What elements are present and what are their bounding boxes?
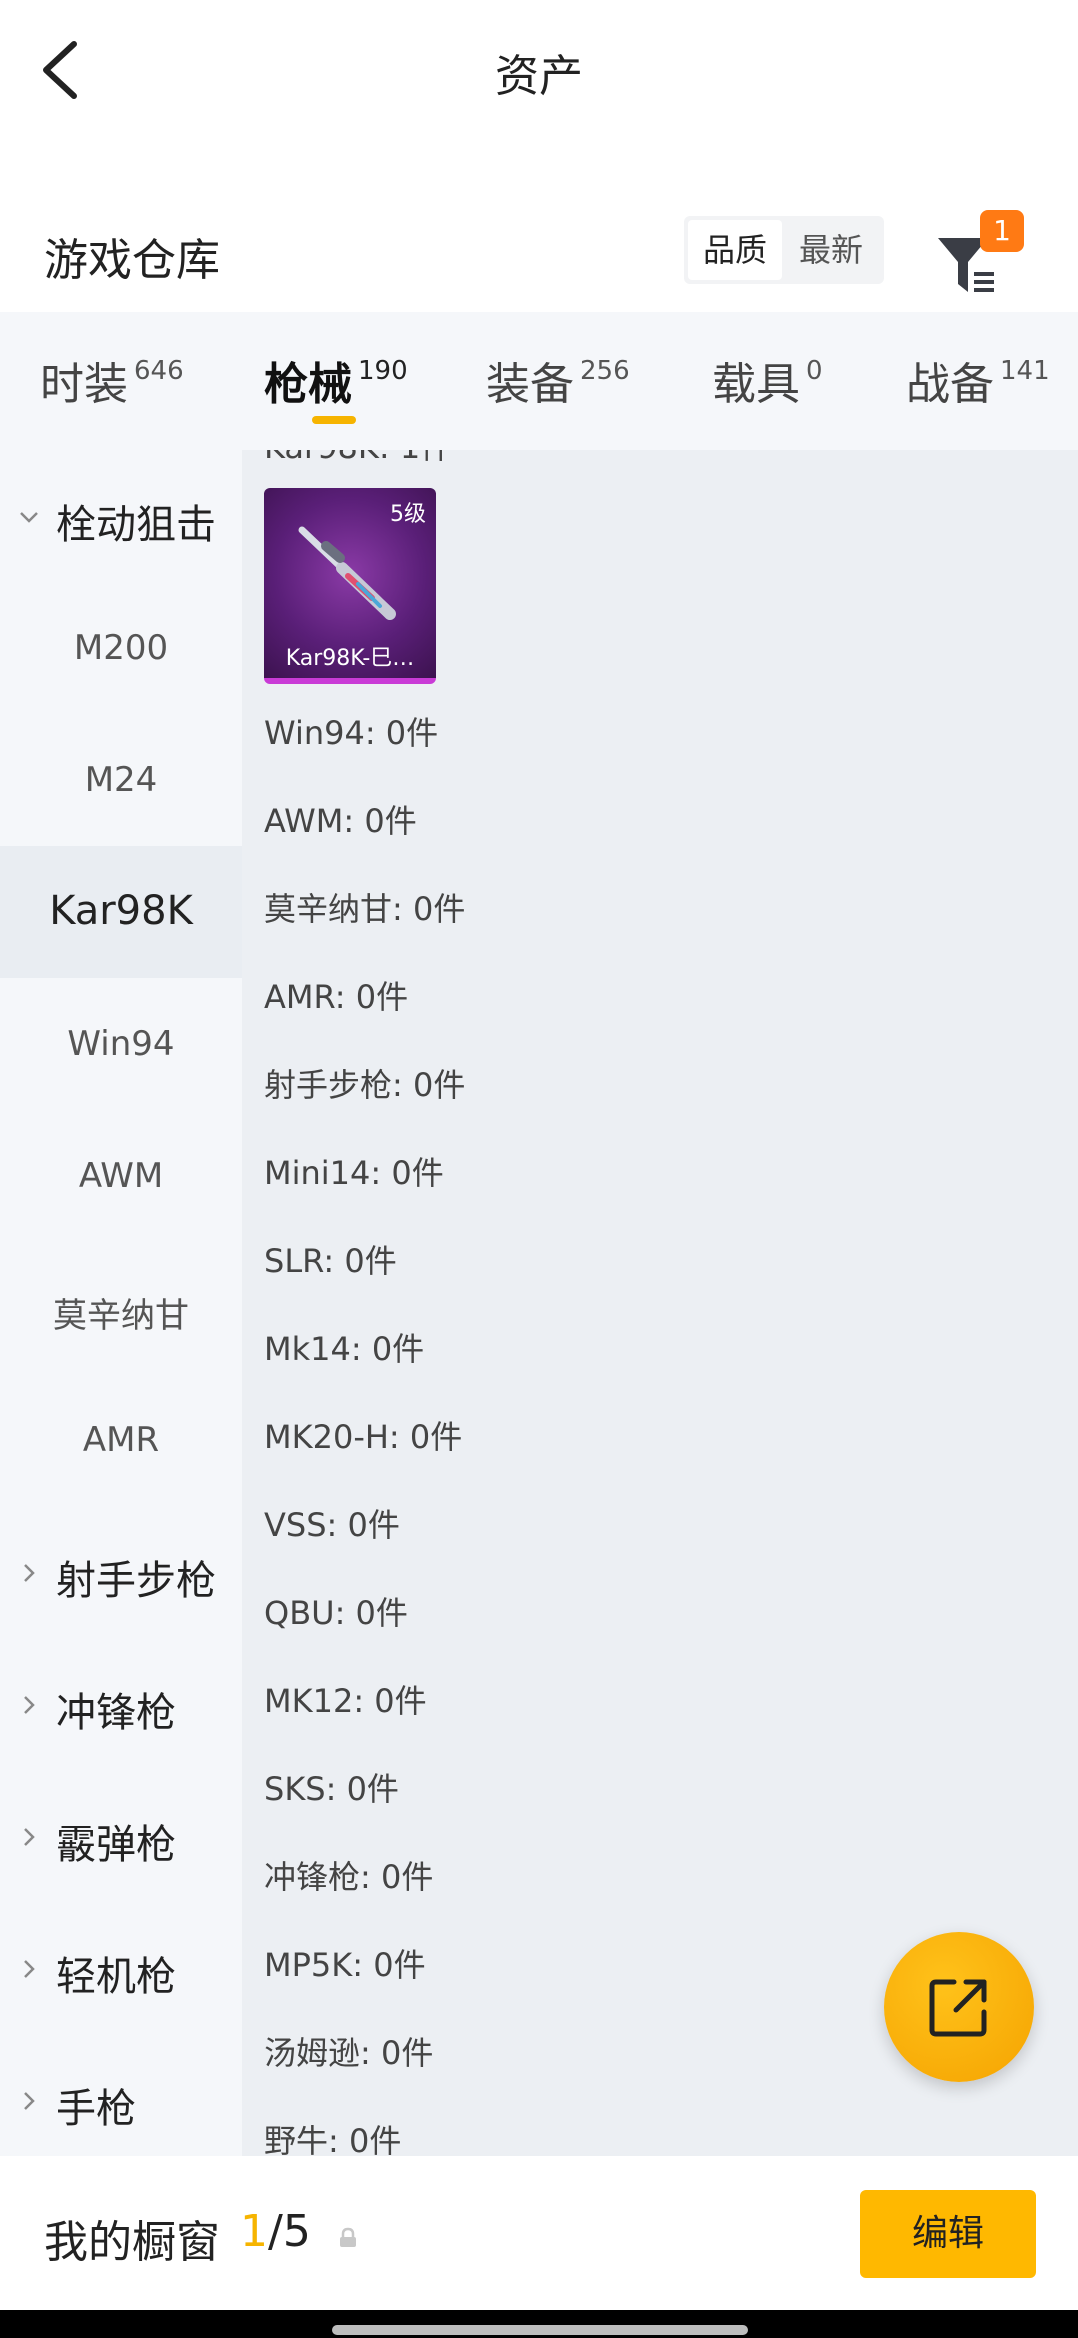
list-item: 冲锋枪: 0件 [264, 1858, 434, 1896]
sidebar-item-mosin-nagant[interactable]: 莫辛纳甘 [0, 1242, 242, 1374]
tab-equipment[interactable]: 装备 256 [486, 348, 630, 418]
sidebar-item-label: 手枪 [56, 2086, 136, 2132]
sidebar-item-label: AWM [78, 1156, 164, 1196]
sidebar-item-label: 冲锋枪 [56, 1690, 176, 1736]
chevron-right-icon [24, 1564, 35, 1582]
tab-supplies[interactable]: 战备 141 [906, 348, 1050, 418]
edit-button[interactable]: 编辑 [860, 2190, 1036, 2278]
list-item: MK20-H: 0件 [264, 1418, 463, 1456]
sidebar-item-label: 莫辛纳甘 [53, 1296, 189, 1336]
tab-count: 190 [358, 356, 408, 386]
tab-count: 256 [580, 356, 630, 386]
list-item: Mk14: 0件 [264, 1330, 425, 1368]
showcase-label: 我的橱窗 [44, 2217, 220, 2268]
tab-count: 0 [806, 356, 823, 386]
weapon-card[interactable]: 5级 Kar98K-巳… [264, 488, 436, 684]
sidebar-group-shotgun[interactable]: 霰弹枪 [0, 1770, 242, 1902]
sidebar-group-bolt-action-sniper[interactable]: 栓动狙击 [0, 450, 242, 582]
filter-count-badge: 1 [980, 210, 1024, 252]
tab-count: 141 [1000, 356, 1050, 386]
sort-quality-option[interactable]: 品质 [688, 220, 782, 280]
list-item: 莫辛纳甘: 0件 [264, 890, 466, 928]
chevron-right-icon [24, 2092, 35, 2110]
sidebar-item-label: M24 [84, 760, 158, 800]
sidebar-item-amr[interactable]: AMR [0, 1374, 242, 1506]
sidebar-group-pistol[interactable]: 手枪 [0, 2034, 242, 2156]
warehouse-header: 游戏仓库 品质 最新 1 [0, 186, 1078, 312]
active-tab-indicator [312, 416, 356, 424]
list-item: 野牛: 0件 [264, 2122, 402, 2156]
sidebar: 栓动狙击 M200 M24 Kar98K Win94 AWM 莫辛纳甘 AMR … [0, 450, 242, 2156]
list-item: Win94: 0件 [264, 714, 439, 752]
sidebar-item-label: Win94 [67, 1024, 175, 1064]
top-bar: 资产 [0, 0, 1078, 140]
sidebar-group-smg[interactable]: 冲锋枪 [0, 1638, 242, 1770]
chevron-down-icon [20, 512, 38, 523]
showcase-total: /5 [268, 2206, 311, 2257]
page-title: 资产 [495, 51, 583, 102]
chevron-right-icon [24, 1960, 35, 1978]
sidebar-item-label: M200 [73, 628, 169, 668]
list-item: Mini14: 0件 [264, 1154, 444, 1192]
tab-label: 时装 [40, 359, 128, 410]
category-tabs: 时装 646 枪械 190 装备 256 载具 0 战备 141 [0, 312, 1078, 450]
tab-firearms[interactable]: 枪械 190 [264, 348, 408, 418]
sidebar-item-win94[interactable]: Win94 [0, 978, 242, 1110]
sort-toggle: 品质 最新 [684, 216, 884, 284]
list-item: MP5K: 0件 [264, 1946, 426, 1984]
sidebar-item-label: Kar98K [49, 888, 193, 934]
warehouse-title: 游戏仓库 [44, 235, 220, 286]
list-item: SKS: 0件 [264, 1770, 399, 1808]
item-list[interactable]: Kar98K: 1件 5级 Kar98K-巳… Win94: 0件 AWM: 0… [242, 450, 1078, 2156]
sidebar-item-label: 栓动狙击 [56, 502, 216, 548]
tab-label: 枪械 [264, 359, 352, 410]
share-fab-button[interactable] [884, 1932, 1034, 2082]
sidebar-group-lmg[interactable]: 轻机枪 [0, 1902, 242, 2034]
showcase-current: 1 [240, 2206, 268, 2257]
external-link-icon [929, 1979, 987, 2037]
chevron-right-icon [24, 1696, 35, 1714]
sidebar-item-label: AMR [82, 1420, 160, 1460]
list-item: AWM: 0件 [264, 802, 417, 840]
filter-button[interactable]: 1 [930, 202, 1030, 302]
rifle-icon [298, 526, 396, 620]
tab-label: 载具 [712, 359, 800, 410]
chevron-right-icon [24, 1828, 35, 1846]
list-item: Kar98K: 1件 [264, 450, 452, 468]
sidebar-item-label: 霰弹枪 [56, 1822, 176, 1868]
sidebar-item-kar98k[interactable]: Kar98K [0, 846, 242, 978]
list-item: QBU: 0件 [264, 1594, 408, 1632]
tab-label: 装备 [486, 359, 574, 410]
sidebar-item-m24[interactable]: M24 [0, 714, 242, 846]
tab-fashion[interactable]: 时装 646 [40, 348, 184, 418]
sidebar-item-label: 射手步枪 [56, 1558, 216, 1604]
list-item: VSS: 0件 [264, 1506, 400, 1544]
sidebar-item-m200[interactable]: M200 [0, 582, 242, 714]
weapon-name: Kar98K-巳… [285, 646, 415, 671]
list-item: SLR: 0件 [264, 1242, 397, 1280]
showcase-count: 1/5 [240, 2206, 311, 2257]
tab-label: 战备 [906, 359, 994, 410]
home-indicator[interactable] [332, 2325, 748, 2335]
sidebar-item-awm[interactable]: AWM [0, 1110, 242, 1242]
list-item: 射手步枪: 0件 [264, 1066, 466, 1104]
list-item: 汤姆逊: 0件 [264, 2034, 434, 2072]
tab-vehicles[interactable]: 载具 0 [712, 348, 823, 418]
lock-icon [340, 2227, 356, 2247]
sort-latest-option[interactable]: 最新 [784, 220, 878, 280]
sidebar-item-label: 轻机枪 [56, 1954, 176, 2000]
list-item: AMR: 0件 [264, 978, 409, 1016]
sidebar-group-marksman-rifle[interactable]: 射手步枪 [0, 1506, 242, 1638]
tab-count: 646 [134, 356, 184, 386]
list-item: MK12: 0件 [264, 1682, 427, 1720]
showcase-bar: 我的橱窗 1/5 编辑 [0, 2156, 1078, 2310]
